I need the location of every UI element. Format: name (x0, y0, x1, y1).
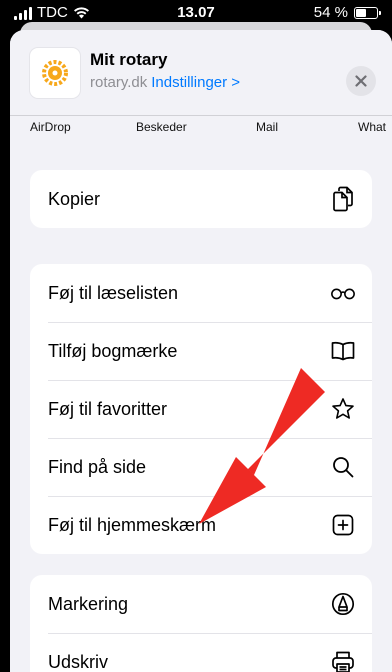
close-icon (355, 75, 367, 87)
page-domain: rotary.dk (90, 74, 148, 91)
action-find-on-page[interactable]: Find på side (30, 438, 372, 496)
action-group-tools: Markering Udskriv (30, 575, 372, 672)
printer-icon (330, 649, 356, 672)
action-label: Kopier (48, 188, 101, 209)
status-right: 54 % (313, 4, 381, 21)
action-label: Tilføj bogmærke (48, 340, 178, 361)
action-label: Føj til favoritter (48, 398, 168, 419)
reading-glasses-icon (330, 280, 356, 306)
share-sheet: Mit rotary rotary.dk Indstillinger > AirD… (10, 30, 392, 672)
battery-fill (356, 8, 366, 17)
action-copy[interactable]: Kopier (30, 170, 372, 228)
action-label: Udskriv (48, 651, 109, 672)
action-label: Føj til hjemmeskærm (48, 514, 217, 535)
share-target-airdrop[interactable]: AirDrop (30, 120, 71, 134)
battery-percent: 54 % (313, 4, 348, 21)
search-icon (330, 454, 356, 480)
header-divider (10, 115, 392, 116)
action-group-copy: Kopier (30, 170, 372, 228)
action-add-bookmark[interactable]: Tilføj bogmærke (30, 322, 372, 380)
action-markup[interactable]: Markering (30, 575, 372, 633)
site-icon (30, 48, 80, 98)
page-subtitle: rotary.dk Indstillinger > (90, 74, 240, 91)
action-label: Markering (48, 593, 129, 614)
action-label: Føj til læselisten (48, 282, 179, 303)
share-target-whatsapp[interactable]: What (358, 120, 386, 134)
close-button[interactable] (346, 66, 376, 96)
book-icon (330, 338, 356, 364)
copy-icon (330, 186, 356, 212)
battery-icon (354, 6, 381, 19)
action-reading-list[interactable]: Føj til læselisten (30, 264, 372, 322)
share-sheet-header: Mit rotary rotary.dk Indstillinger > AirD… (10, 30, 392, 140)
add-square-icon (330, 512, 356, 538)
rotary-wheel-icon (42, 60, 68, 86)
share-target-mail[interactable]: Mail (256, 120, 278, 134)
star-icon (330, 396, 356, 422)
page-title: Mit rotary (90, 50, 168, 69)
action-label: Find på side (48, 456, 147, 477)
settings-link[interactable]: Indstillinger > (151, 74, 240, 91)
action-group-page: Føj til læselisten Tilføj bogmærke Føj t… (30, 264, 372, 554)
share-target-messages[interactable]: Beskeder (136, 120, 187, 134)
share-targets-row: AirDrop Beskeder Mail What (10, 120, 392, 142)
action-add-to-home-screen[interactable]: Føj til hjemmeskærm (30, 496, 372, 554)
markup-pen-icon (330, 591, 356, 617)
action-add-favorites[interactable]: Føj til favoritter (30, 380, 372, 438)
action-print[interactable]: Udskriv (30, 633, 372, 672)
